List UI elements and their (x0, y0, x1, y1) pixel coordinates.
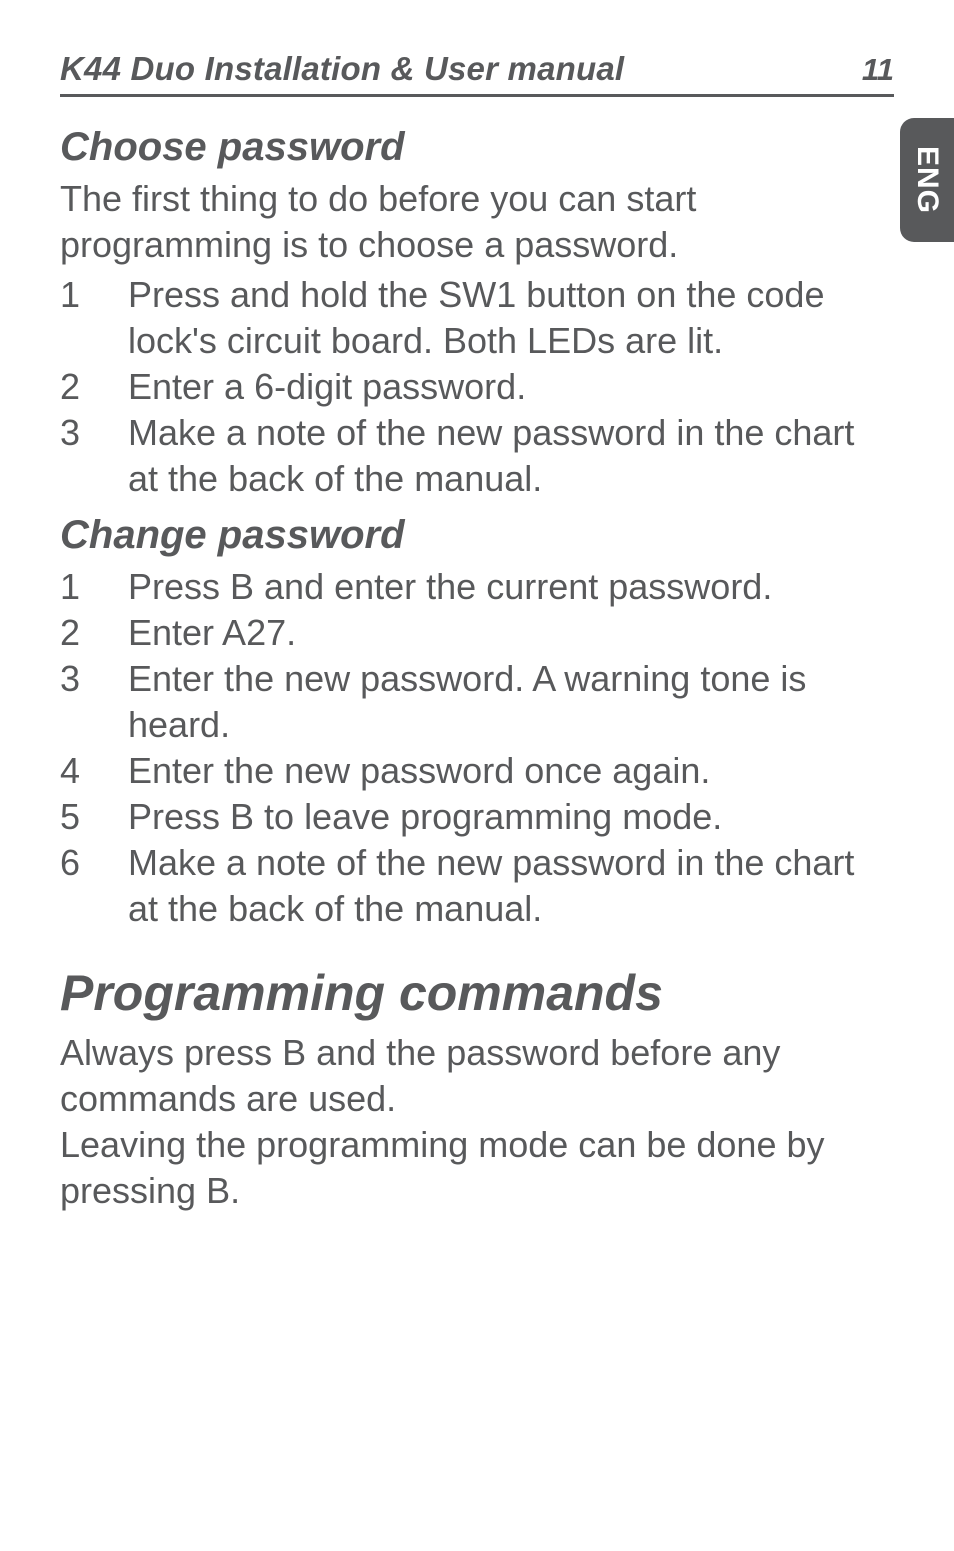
list-text: Enter the new password. A warning tone i… (128, 656, 894, 748)
list-item: 1Press B and enter the current password. (60, 564, 894, 610)
heading-choose-password: Choose password (60, 125, 894, 170)
heading-programming-commands: Programming commands (60, 964, 894, 1022)
list-text: Enter A27. (128, 610, 894, 656)
paragraph-prog-1: Always press B and the password before a… (60, 1030, 894, 1122)
intro-choose-password: The first thing to do before you can sta… (60, 176, 894, 268)
paragraph-prog-2: Leaving the programming mode can be done… (60, 1122, 894, 1214)
list-text: Press and hold the SW1 button on the cod… (128, 272, 894, 364)
list-text: Enter the new password once again. (128, 748, 894, 794)
list-text: Press B and enter the current password. (128, 564, 894, 610)
list-number: 3 (60, 410, 128, 502)
list-item: 5Press B to leave programming mode. (60, 794, 894, 840)
list-item: 2Enter A27. (60, 610, 894, 656)
header-title: K44 Duo Installation & User manual (60, 50, 624, 88)
list-number: 5 (60, 794, 128, 840)
list-item: 3Enter the new password. A warning tone … (60, 656, 894, 748)
list-change-password: 1Press B and enter the current password.… (60, 564, 894, 933)
heading-change-password: Change password (60, 513, 894, 558)
page-header: K44 Duo Installation & User manual 11 (60, 50, 894, 97)
list-item: 3Make a note of the new password in the … (60, 410, 894, 502)
list-item: 1Press and hold the SW1 button on the co… (60, 272, 894, 364)
list-item: 2Enter a 6-digit password. (60, 364, 894, 410)
list-text: Make a note of the new password in the c… (128, 410, 894, 502)
page-content: K44 Duo Installation & User manual 11 Ch… (0, 0, 954, 1214)
list-number: 1 (60, 564, 128, 610)
language-tab: ENG (900, 118, 954, 242)
list-text: Make a note of the new password in the c… (128, 840, 894, 932)
list-text: Press B to leave programming mode. (128, 794, 894, 840)
list-item: 4Enter the new password once again. (60, 748, 894, 794)
list-number: 1 (60, 272, 128, 364)
list-number: 2 (60, 364, 128, 410)
list-number: 2 (60, 610, 128, 656)
page-number: 11 (862, 52, 894, 88)
list-choose-password: 1Press and hold the SW1 button on the co… (60, 272, 894, 502)
list-item: 6Make a note of the new password in the … (60, 840, 894, 932)
language-tab-label: ENG (910, 146, 944, 214)
list-text: Enter a 6-digit password. (128, 364, 894, 410)
list-number: 6 (60, 840, 128, 932)
list-number: 3 (60, 656, 128, 748)
list-number: 4 (60, 748, 128, 794)
